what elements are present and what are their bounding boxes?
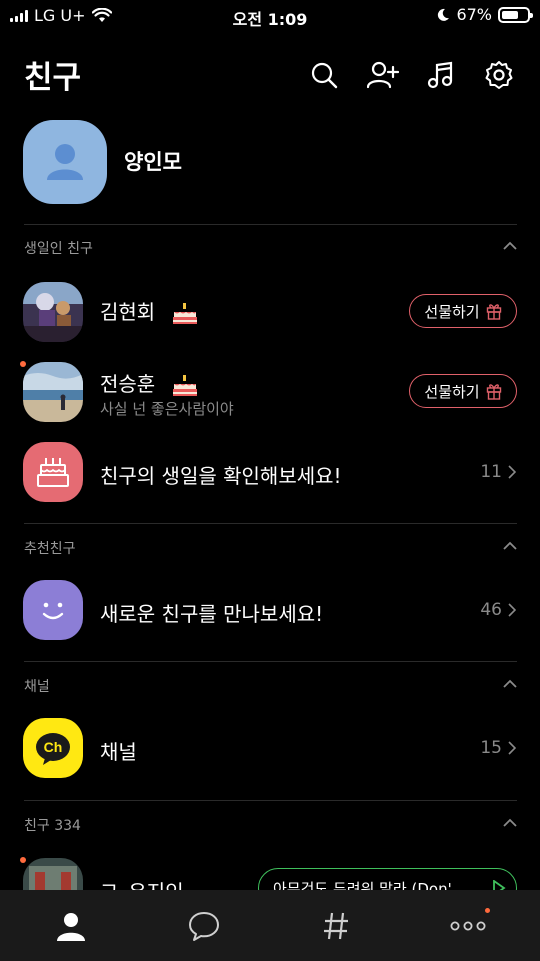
- chevron-up-icon[interactable]: [502, 540, 518, 552]
- friend-avatar[interactable]: [23, 282, 83, 342]
- channel-logo: Ch: [23, 718, 83, 778]
- chevron-right-icon: [508, 603, 516, 617]
- divider: [24, 800, 517, 801]
- chevron-up-icon[interactable]: [502, 678, 518, 690]
- channel-count: 15: [480, 738, 516, 758]
- recommended-count: 46: [480, 600, 516, 620]
- chevron-right-icon: [508, 465, 516, 479]
- tab-friends[interactable]: [51, 908, 91, 944]
- person-icon: [57, 913, 85, 941]
- list-item-recommended[interactable]: 새로운 친구를 만나보세요! 46: [0, 570, 540, 650]
- gift-icon: [486, 304, 501, 320]
- recommended-label: 새로운 친구를 만나보세요!: [100, 602, 324, 626]
- status-message: 사실 넌 좋은사람이야: [100, 400, 234, 418]
- section-header-recommended[interactable]: 추천친구: [0, 526, 540, 570]
- birthday-count-value: 11: [480, 462, 502, 482]
- tab-openchat[interactable]: [316, 908, 356, 944]
- divider: [24, 523, 517, 524]
- chat-bubble-icon: [189, 912, 219, 941]
- cake-icon: [172, 302, 197, 324]
- friend-name: 김현회: [100, 296, 198, 325]
- status-right: 67%: [436, 5, 533, 24]
- tab-more[interactable]: [448, 908, 490, 944]
- gift-button-label: 선물하기: [424, 382, 480, 401]
- channel-count-value: 15: [480, 738, 502, 758]
- battery-fill: [502, 10, 519, 19]
- section-header-birthday[interactable]: 생일인 친구: [0, 226, 540, 270]
- avatar[interactable]: [23, 120, 107, 204]
- channel-logo-text: Ch: [44, 739, 63, 755]
- section-title: 채널: [24, 679, 50, 695]
- header: 친구: [0, 48, 540, 100]
- list-item-channel[interactable]: Ch 채널 15: [0, 708, 540, 788]
- more-dots-icon: [450, 921, 486, 931]
- section-title: 추천친구: [24, 541, 76, 557]
- birthday-check-label: 친구의 생일을 확인해보세요!: [100, 464, 342, 488]
- gift-button[interactable]: 선물하기: [409, 294, 517, 328]
- gift-icon: [486, 384, 501, 400]
- smile-icon: [23, 580, 83, 640]
- battery-percent: 67%: [456, 5, 492, 24]
- chevron-right-icon: [508, 741, 516, 755]
- recommended-count-value: 46: [480, 600, 502, 620]
- status-bar: LG U+ 오전 1:09 67%: [0, 0, 540, 32]
- new-dot: [20, 361, 26, 367]
- tab-bar: [0, 890, 540, 961]
- divider: [24, 224, 517, 225]
- friend-avatar[interactable]: [23, 362, 83, 422]
- search-icon[interactable]: [307, 58, 341, 92]
- list-item-birthday-friend[interactable]: 전승훈 사실 넌 좋은사람이야 선물하기: [0, 352, 540, 432]
- cake-icon: [172, 374, 197, 396]
- gift-button-label: 선물하기: [424, 302, 480, 321]
- divider: [24, 661, 517, 662]
- settings-icon[interactable]: [482, 58, 516, 92]
- channel-label: 채널: [100, 740, 137, 764]
- my-name: 양인모: [124, 150, 182, 174]
- notification-dot: [485, 908, 490, 913]
- battery-icon: [498, 6, 533, 23]
- section-header-friends[interactable]: 친구 334: [0, 803, 540, 847]
- friend-name-text: 전승훈: [100, 372, 156, 396]
- add-friend-icon[interactable]: [366, 58, 400, 92]
- friend-name-text: 김현회: [100, 300, 156, 324]
- section-title: 생일인 친구: [24, 241, 93, 257]
- friend-name: 전승훈: [100, 368, 198, 397]
- gift-button[interactable]: 선물하기: [409, 374, 517, 408]
- chevron-up-icon[interactable]: [502, 817, 518, 829]
- section-title: 친구 334: [24, 818, 81, 834]
- section-header-channel[interactable]: 채널: [0, 664, 540, 708]
- moon-icon: [438, 8, 450, 21]
- list-item-birthday-friend[interactable]: 김현회 선물하기: [0, 272, 540, 352]
- my-profile[interactable]: 양인모: [0, 118, 540, 208]
- music-icon[interactable]: [423, 58, 457, 92]
- page-title: 친구: [24, 60, 82, 96]
- tab-chats[interactable]: [184, 908, 224, 944]
- list-item-birthday-check[interactable]: 친구의 생일을 확인해보세요! 11: [0, 432, 540, 512]
- new-dot: [20, 857, 26, 863]
- hashtag-icon: [324, 912, 348, 940]
- birthday-cake-icon: [23, 442, 83, 502]
- chevron-up-icon[interactable]: [502, 240, 518, 252]
- birthday-count: 11: [480, 462, 516, 482]
